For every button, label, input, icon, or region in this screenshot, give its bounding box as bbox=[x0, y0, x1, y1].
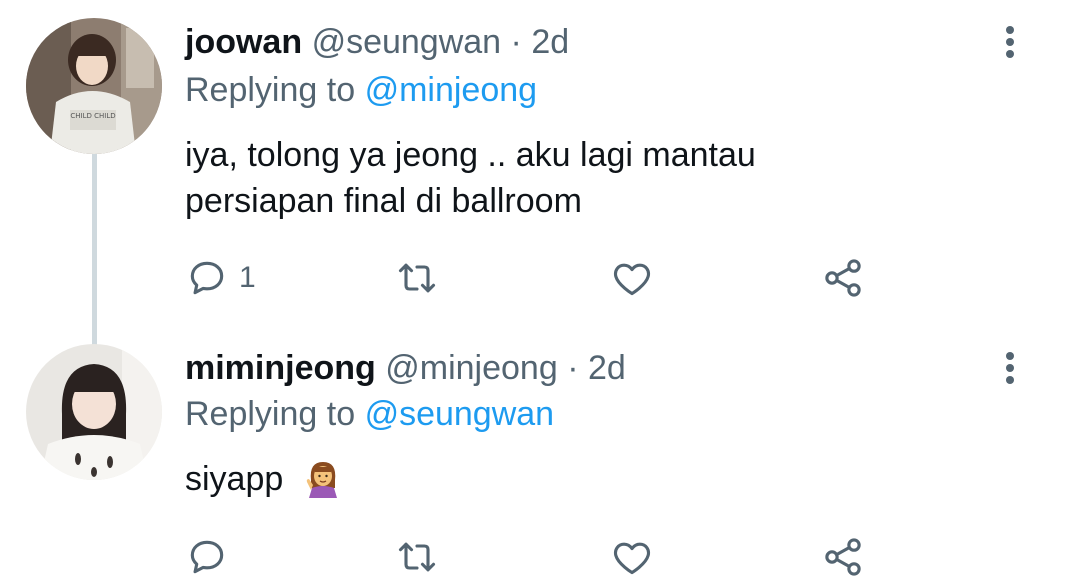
replying-to-mention[interactable]: @minjeong bbox=[365, 71, 538, 109]
handle[interactable]: @minjeong bbox=[385, 349, 558, 387]
more-options-button[interactable] bbox=[996, 348, 1024, 388]
tweet-text-content: siyapp bbox=[185, 460, 284, 498]
retweet-button[interactable] bbox=[393, 532, 441, 582]
avatar[interactable] bbox=[26, 344, 162, 480]
timestamp[interactable]: 2d bbox=[588, 349, 626, 387]
reply-icon bbox=[190, 540, 224, 574]
display-name[interactable]: miminjeong bbox=[185, 349, 376, 387]
woman-tipping-hand-emoji bbox=[303, 458, 343, 510]
replying-to-line: Replying to @seungwan bbox=[185, 394, 554, 434]
replying-to-line: Replying to @minjeong bbox=[185, 70, 537, 110]
reply-button[interactable] bbox=[185, 532, 239, 582]
tweet-2[interactable]: miminjeong @minjeong · 2d Replying to @s… bbox=[0, 330, 1080, 588]
replying-to-label: Replying to bbox=[185, 71, 356, 109]
share-button[interactable] bbox=[821, 253, 865, 303]
like-button[interactable] bbox=[610, 253, 654, 303]
separator: · bbox=[510, 23, 522, 61]
tweet-actions bbox=[185, 532, 885, 582]
like-button[interactable] bbox=[610, 532, 654, 582]
replying-to-mention[interactable]: @seungwan bbox=[365, 395, 555, 433]
share-icon bbox=[825, 538, 861, 576]
tweet-text-line-2: persiapan final di ballroom bbox=[185, 182, 582, 220]
share-icon bbox=[825, 259, 861, 297]
retweet-button[interactable] bbox=[393, 253, 441, 303]
reply-count: 1 bbox=[239, 261, 256, 294]
share-button[interactable] bbox=[821, 532, 865, 582]
tweet-text-line-1: iya, tolong ya jeong .. aku lagi mantau bbox=[185, 136, 756, 174]
heart-icon bbox=[613, 263, 651, 296]
timestamp[interactable]: 2d bbox=[531, 23, 569, 61]
avatar-shirt-text: CHILD CHILD bbox=[70, 112, 115, 120]
tweet-text: siyapp bbox=[185, 456, 985, 510]
separator: · bbox=[567, 349, 579, 387]
tweet-header: joowan @seungwan · 2d bbox=[185, 22, 569, 62]
tweet-actions: 1 bbox=[185, 253, 885, 303]
reply-icon bbox=[190, 261, 224, 295]
tweet-1[interactable]: CHILD CHILD joowan @seungwan · 2d Replyi… bbox=[0, 0, 1080, 330]
tweet-header: miminjeong @minjeong · 2d bbox=[185, 348, 626, 388]
tweet-text: iya, tolong ya jeong .. aku lagi mantau … bbox=[185, 132, 985, 224]
heart-icon bbox=[613, 542, 651, 575]
avatar[interactable]: CHILD CHILD bbox=[26, 18, 162, 154]
replying-to-label: Replying to bbox=[185, 395, 356, 433]
more-vertical-icon bbox=[1006, 352, 1014, 384]
retweet-icon bbox=[398, 263, 436, 293]
display-name[interactable]: joowan bbox=[185, 23, 302, 61]
more-vertical-icon bbox=[1006, 26, 1014, 58]
handle[interactable]: @seungwan bbox=[312, 23, 502, 61]
retweet-icon bbox=[398, 542, 436, 572]
more-options-button[interactable] bbox=[996, 22, 1024, 62]
reply-button[interactable]: 1 bbox=[185, 253, 256, 303]
